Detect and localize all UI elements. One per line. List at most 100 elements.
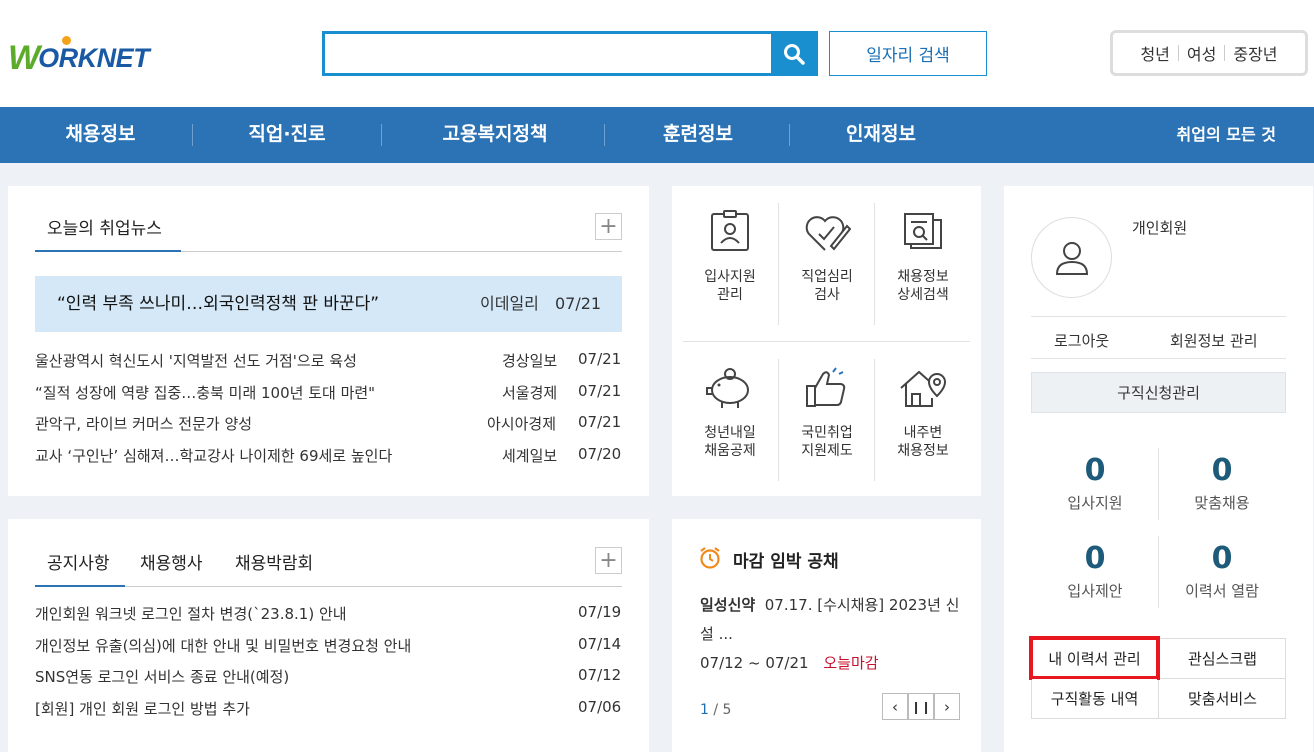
news-item-source: 아시아경제 [487, 415, 557, 433]
headline-title[interactable]: “인력 부족 쓰나미…외국인력정책 판 바꾼다” [57, 276, 379, 332]
divider [874, 359, 875, 481]
pause-icon: ❙❙ [910, 699, 932, 714]
search-box [322, 31, 818, 76]
divider [778, 359, 779, 481]
job-application-manage-button[interactable]: 구직신청관리 [1031, 372, 1286, 413]
tab-notices[interactable]: 공지사항 [47, 549, 110, 574]
alarm-clock-icon [700, 547, 720, 569]
member-type: 개인회원 [1132, 219, 1188, 237]
pause-button[interactable]: ❙❙ [908, 693, 934, 720]
stat-matched-jobs[interactable]: 0 맞춤채용 [1158, 454, 1286, 513]
nav-item-career[interactable]: 직업·진로 [232, 107, 342, 163]
profile-manage-link[interactable]: 회원정보 관리 [1170, 330, 1258, 351]
logo-text: ORKNET [38, 42, 150, 73]
notice-item-title[interactable]: 개인정보 유출(의심)에 대한 안내 및 비밀번호 변경요청 안내 [35, 635, 411, 656]
deadline-pagination: 1 / 5 [700, 702, 731, 718]
stat-job-offers[interactable]: 0 입사제안 [1031, 542, 1159, 601]
nav-item-talent[interactable]: 인재정보 [826, 107, 936, 163]
service-label: 채용정보 [897, 269, 949, 285]
stat-resume-views[interactable]: 0 이력서 열람 [1158, 542, 1286, 601]
stat-applications[interactable]: 0 입사지원 [1031, 454, 1159, 513]
notice-item-title[interactable]: [회원] 개인 회원 로그인 방법 추가 [35, 698, 250, 719]
notice-item-date: 07/12 [578, 666, 622, 684]
target-middle-aged[interactable]: 중장년 [1225, 41, 1285, 65]
headline-news[interactable]: “인력 부족 쓰나미…외국인력정책 판 바꾼다” 이데일리 07/21 [35, 276, 622, 332]
stat-value: 0 [1084, 541, 1106, 576]
tab-job-fairs[interactable]: 채용박람회 [235, 549, 313, 574]
service-label: 상세검색 [897, 287, 949, 303]
news-item-source: 경상일보 [502, 352, 558, 370]
notice-more-button[interactable]: + [595, 547, 622, 574]
nav-item-jobs[interactable]: 채용정보 [48, 107, 153, 163]
search-icon [783, 43, 805, 65]
service-label: 관리 [717, 287, 743, 303]
notice-item-title[interactable]: 개인회원 워크넷 로그인 절차 변경(`23.8.1) 안내 [35, 603, 347, 624]
service-label: 채용정보 [897, 443, 949, 459]
news-item-title[interactable]: “질적 성장에 역량 집중…충북 미래 100년 토대 마련" [35, 382, 375, 403]
tab-active-underline [35, 250, 181, 252]
service-application-manage[interactable]: 입사지원 관리 [683, 210, 777, 304]
target-women[interactable]: 여성 [1179, 41, 1224, 65]
notice-item-title[interactable]: SNS연동 로그인 서비스 종료 안내(예정) [35, 666, 289, 687]
service-national-employment[interactable]: 국민취업지원제도 [780, 366, 874, 460]
nav-all-about-jobs[interactable]: 취업의 모든 것 [1177, 107, 1276, 162]
deadline-period: 07/12 ~ 07/21 [700, 654, 809, 672]
news-item-title[interactable]: 관악구, 라이브 커머스 전문가 양성 [35, 413, 252, 434]
divider [1031, 316, 1286, 317]
next-button[interactable]: › [934, 693, 960, 720]
tab-today-news[interactable]: 오늘의 취업뉴스 [47, 214, 162, 239]
service-label: 직업심리 [801, 269, 853, 285]
news-panel: 오늘의 취업뉴스 + “인력 부족 쓰나미…외국인력정책 판 바꾼다” 이데일리… [8, 186, 649, 496]
divider [683, 341, 970, 342]
service-detail-search[interactable]: 채용정보상세검색 [876, 210, 970, 304]
stat-label: 입사제안 [1067, 582, 1123, 600]
target-youth[interactable]: 청년 [1132, 41, 1177, 65]
search-input[interactable] [325, 34, 773, 73]
service-psych-test[interactable]: 직업심리 검사 [780, 210, 874, 304]
plus-icon: + [599, 548, 618, 573]
deadline-job-item[interactable]: 일성신약 07.17. [수시채용] 2023년 신설 ... [700, 591, 962, 649]
divider [1031, 358, 1286, 359]
news-more-button[interactable]: + [595, 213, 622, 240]
stat-value: 0 [1084, 453, 1106, 488]
service-label: 국민취업 [801, 425, 853, 441]
prev-button[interactable]: ‹ [882, 693, 908, 720]
news-item-title[interactable]: 교사 ‘구인난’ 심해져…학교강사 나이제한 69세로 높인다 [35, 445, 392, 466]
deadline-badge: 오늘마감 [823, 654, 879, 672]
house-location-icon [900, 370, 947, 407]
job-activity-history-button[interactable]: 구직활동 내역 [1032, 679, 1157, 718]
main-nav: 채용정보 직업·진로 고용복지정책 훈련정보 인재정보 취업의 모든 것 [0, 107, 1314, 163]
heart-pencil-icon [805, 216, 851, 251]
worknet-logo[interactable]: W ORKNET [8, 36, 183, 78]
service-label: 지원제도 [801, 443, 853, 459]
nav-divider [192, 124, 193, 146]
header: W ORKNET 일자리 검색 청년 여성 중장년 [0, 0, 1314, 107]
job-search-button[interactable]: 일자리 검색 [829, 31, 987, 76]
thumbs-up-icon [806, 367, 846, 407]
my-resume-manage-button[interactable]: 내 이력서 관리 [1029, 636, 1160, 680]
nav-item-welfare[interactable]: 고용복지정책 [425, 107, 565, 163]
piggy-bank-icon [706, 368, 749, 408]
nav-item-training[interactable]: 훈련정보 [643, 107, 753, 163]
deadline-title: 마감 임박 공채 [733, 552, 839, 572]
deadline-company: 일성신약 [700, 596, 756, 614]
page-total: / 5 [713, 702, 732, 718]
target-selector: 청년 여성 중장년 [1110, 30, 1308, 76]
interest-scrap-button[interactable]: 관심스크랩 [1160, 639, 1285, 678]
stat-label: 맞춤채용 [1194, 494, 1250, 512]
news-item-source: 서울경제 [502, 384, 558, 402]
service-nearby-jobs[interactable]: 내주변 채용정보 [876, 366, 970, 460]
badge-icon [711, 210, 749, 251]
custom-service-button[interactable]: 맞춤서비스 [1160, 679, 1285, 718]
user-icon [1055, 241, 1088, 275]
logo-dot [62, 36, 71, 45]
news-item-title[interactable]: 울산광역시 혁신도시 '지역발전 선도 거점'으로 육성 [35, 350, 357, 371]
tab-hiring-events[interactable]: 채용행사 [140, 549, 203, 574]
deadline-period-row: 07/12 ~ 07/21 오늘마감 [700, 652, 879, 673]
service-label: 채움공제 [704, 443, 756, 459]
notice-item-date: 07/14 [578, 635, 622, 653]
search-button[interactable] [771, 33, 816, 74]
service-youth-savings[interactable]: 청년내일채움공제 [683, 366, 777, 460]
logout-link[interactable]: 로그아웃 [1054, 330, 1109, 351]
service-label: 청년내일 [704, 425, 756, 441]
